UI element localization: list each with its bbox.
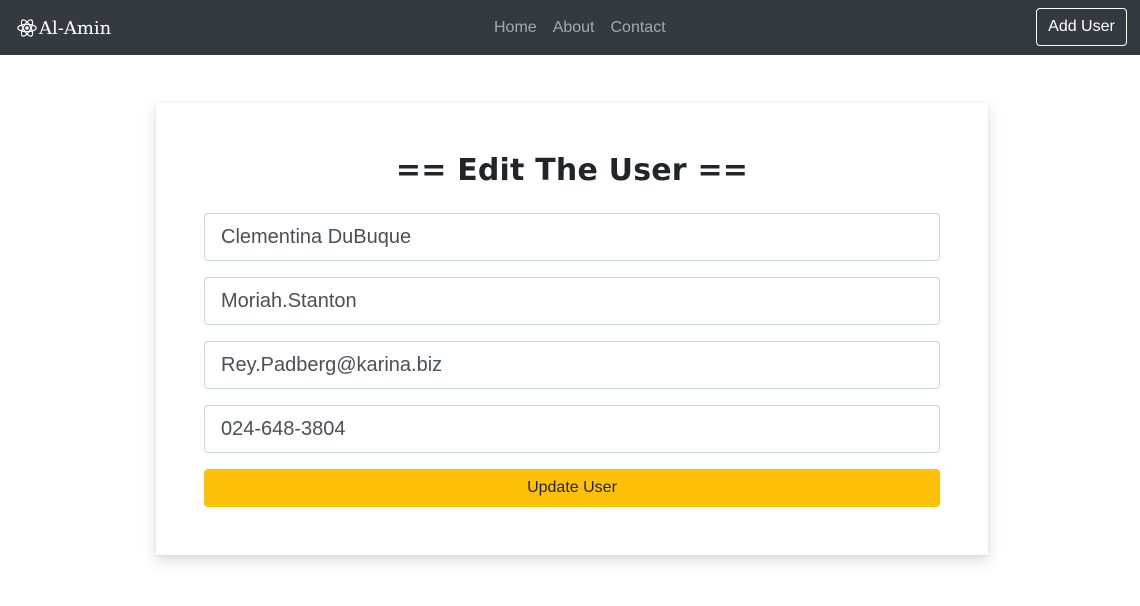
brand-name: Al-Amin [39,17,112,39]
update-user-button[interactable]: Update User [204,469,940,507]
top-navbar: Al-Amin Home About Contact Add User [0,0,1140,55]
edit-user-card: == Edit The User == Update User [156,103,988,555]
email-field[interactable] [204,341,940,389]
nav-links: Home About Contact [486,17,674,39]
name-field[interactable] [204,213,940,261]
phone-field[interactable] [204,405,940,453]
nav-link-about[interactable]: About [545,19,603,37]
add-user-button[interactable]: Add User [1036,8,1127,46]
nav-link-contact[interactable]: Contact [603,19,674,37]
username-field[interactable] [204,277,940,325]
react-atom-icon [17,19,37,37]
page-title: == Edit The User == [395,153,749,188]
brand-link[interactable]: Al-Amin [16,16,111,40]
nav-link-home[interactable]: Home [486,19,545,37]
